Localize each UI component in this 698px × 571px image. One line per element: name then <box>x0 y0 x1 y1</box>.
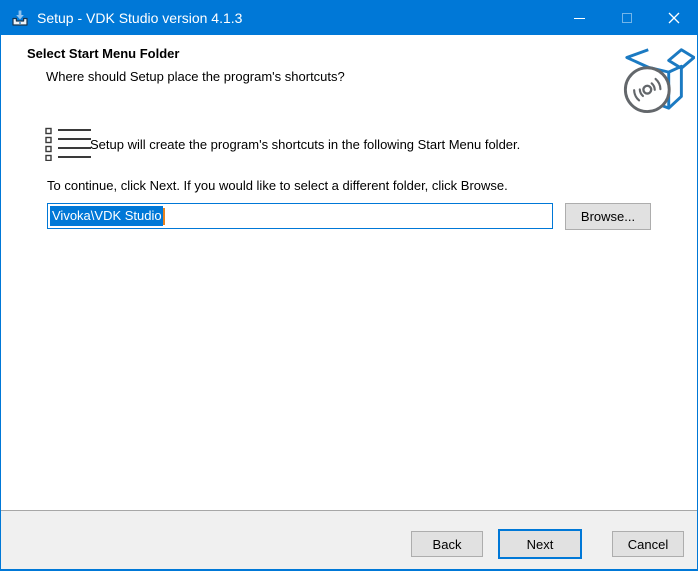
page-title: Select Start Menu Folder <box>27 46 179 61</box>
cancel-button[interactable]: Cancel <box>612 531 684 557</box>
minimize-icon <box>574 18 585 19</box>
close-button[interactable] <box>650 1 697 35</box>
close-icon <box>668 12 680 24</box>
start-menu-list-icon <box>45 127 93 161</box>
setup-app-icon <box>10 8 30 28</box>
window-title: Setup - VDK Studio version 4.1.3 <box>37 10 242 26</box>
back-button[interactable]: Back <box>411 531 483 557</box>
maximize-button <box>603 1 650 35</box>
folder-input[interactable]: Vivoka\VDK Studio <box>47 203 553 229</box>
instruction-text: To continue, click Next. If you would li… <box>47 178 508 193</box>
next-button[interactable]: Next <box>498 529 582 559</box>
setup-wizard-window: Setup - VDK Studio version 4.1.3 Select … <box>0 0 698 571</box>
software-box-disc-icon <box>621 40 695 114</box>
footer-bar <box>1 510 697 569</box>
folder-input-value: Vivoka\VDK Studio <box>50 206 163 226</box>
text-caret <box>163 208 165 225</box>
browse-button[interactable]: Browse... <box>565 203 651 230</box>
page-subtitle: Where should Setup place the program's s… <box>46 69 345 84</box>
info-text: Setup will create the program's shortcut… <box>90 137 520 152</box>
caption-buttons <box>556 1 697 35</box>
titlebar[interactable]: Setup - VDK Studio version 4.1.3 <box>1 1 697 35</box>
maximize-icon <box>622 13 632 23</box>
minimize-button[interactable] <box>556 1 603 35</box>
